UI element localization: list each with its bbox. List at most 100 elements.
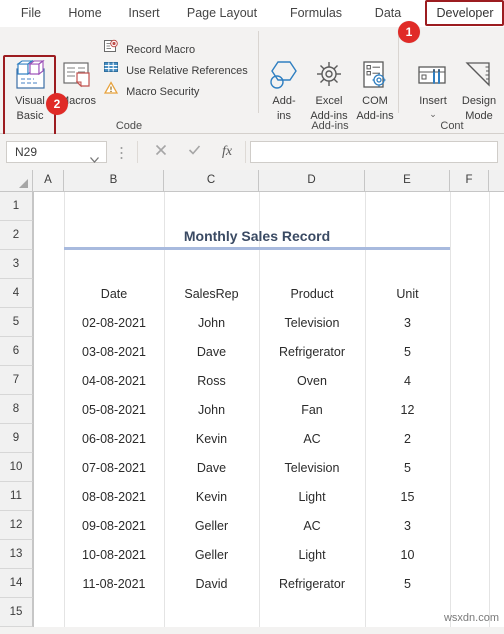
table-data-cell[interactable]: 03-08-2021 xyxy=(64,337,164,366)
insert-controls-label-line1: Insert xyxy=(419,95,447,107)
row-header-3[interactable]: 3 xyxy=(0,250,33,279)
table-data-cell[interactable]: Geller xyxy=(164,540,259,569)
table-data-cell[interactable]: 15 xyxy=(365,482,450,511)
row-header-1[interactable]: 1 xyxy=(0,192,33,221)
table-data-cell[interactable]: Geller xyxy=(164,511,259,540)
table-header-cell[interactable]: Product xyxy=(259,279,365,308)
row-header-5[interactable]: 5 xyxy=(0,308,33,337)
name-box-value: N29 xyxy=(15,145,38,159)
column-header-a[interactable]: A xyxy=(33,170,64,191)
row-header-10[interactable]: 10 xyxy=(0,453,33,482)
add-ins-button[interactable]: Add- ins xyxy=(262,59,306,122)
row-header-2[interactable]: 2 xyxy=(0,221,33,250)
row-header-15[interactable]: 15 xyxy=(0,598,33,627)
sheet-title-cell[interactable]: Monthly Sales Record xyxy=(64,221,450,250)
table-data-cell[interactable]: Television xyxy=(259,308,365,337)
record-macro-button[interactable]: Record Macro xyxy=(104,39,195,59)
column-header-b-label: B xyxy=(109,174,118,186)
tab-file[interactable]: File xyxy=(10,0,52,26)
table-data-cell[interactable]: 5 xyxy=(365,453,450,482)
table-data-cell[interactable]: Ross xyxy=(164,366,259,395)
macro-security-button[interactable]: Macro Security xyxy=(103,81,199,101)
table-data-cell[interactable]: 10-08-2021 xyxy=(64,540,164,569)
table-data-cell[interactable]: 04-08-2021 xyxy=(64,366,164,395)
table-data-cell[interactable]: 3 xyxy=(365,308,450,337)
column-header-c[interactable]: C xyxy=(164,170,259,191)
table-data-cell[interactable]: 10 xyxy=(365,540,450,569)
table-header-cell[interactable]: Date xyxy=(64,279,164,308)
table-data-cell[interactable]: Television xyxy=(259,453,365,482)
insert-controls-button[interactable]: Insert ⌄ xyxy=(410,59,456,119)
column-header-e-label: E xyxy=(403,174,411,186)
tab-formulas[interactable]: Formulas xyxy=(282,0,350,26)
table-data-cell[interactable]: David xyxy=(164,569,259,598)
table-data-cell[interactable]: 2 xyxy=(365,424,450,453)
com-add-ins-icon xyxy=(352,59,398,93)
table-data-cell[interactable]: Dave xyxy=(164,337,259,366)
table-data-cell[interactable]: 06-08-2021 xyxy=(64,424,164,453)
table-data-cell[interactable]: Fan xyxy=(259,395,365,424)
visual-basic-button[interactable]: Visual Basic xyxy=(8,59,52,122)
table-data-cell[interactable]: 07-08-2021 xyxy=(64,453,164,482)
table-data-cell[interactable]: AC xyxy=(259,511,365,540)
column-header-f[interactable]: F xyxy=(450,170,489,191)
tab-developer[interactable]: Developer xyxy=(428,0,502,26)
table-data-cell[interactable]: John xyxy=(164,395,259,424)
tab-page-layout[interactable]: Page Layout xyxy=(178,0,266,26)
ribbon-body: Visual Basic Macros Record Macro Use Rel… xyxy=(0,21,504,142)
table-data-cell[interactable]: 05-08-2021 xyxy=(64,395,164,424)
row-header-4[interactable]: 4 xyxy=(0,279,33,308)
tab-home[interactable]: Home xyxy=(60,0,110,26)
grid-column-line xyxy=(489,192,490,627)
com-add-ins-button[interactable]: COM Add-ins xyxy=(352,59,398,122)
chevron-down-icon[interactable]: ⌄ xyxy=(410,109,456,119)
row-header-12[interactable]: 12 xyxy=(0,511,33,540)
column-header-b[interactable]: B xyxy=(64,170,164,191)
table-data-cell[interactable]: Refrigerator xyxy=(259,337,365,366)
table-data-cell[interactable]: AC xyxy=(259,424,365,453)
table-data-cell[interactable]: 11-08-2021 xyxy=(64,569,164,598)
formula-bar-handle[interactable] xyxy=(120,146,123,159)
row-header-14[interactable]: 14 xyxy=(0,569,33,598)
table-data-cell[interactable]: Kevin xyxy=(164,482,259,511)
row-header-8[interactable]: 8 xyxy=(0,395,33,424)
select-all-corner[interactable] xyxy=(0,170,33,191)
row-header-7[interactable]: 7 xyxy=(0,366,33,395)
table-data-cell[interactable]: Kevin xyxy=(164,424,259,453)
fx-icon[interactable]: fx xyxy=(214,141,240,163)
worksheet-rows: 1 2 3 4 5 6 7 8 9 10 11 12 13 14 15 Monthly Sales Recor… xyxy=(0,192,504,627)
table-data-cell[interactable]: John xyxy=(164,308,259,337)
name-box[interactable]: N29 xyxy=(6,141,107,163)
chevron-down-icon[interactable] xyxy=(90,150,99,168)
table-data-cell[interactable]: Refrigerator xyxy=(259,569,365,598)
formula-input[interactable] xyxy=(250,141,498,163)
row-header-11[interactable]: 11 xyxy=(0,482,33,511)
table-data-cell[interactable]: 3 xyxy=(365,511,450,540)
table-data-cell[interactable]: 4 xyxy=(365,366,450,395)
table-data-cell[interactable]: Dave xyxy=(164,453,259,482)
tab-home-label: Home xyxy=(68,6,102,20)
table-data-cell[interactable]: Light xyxy=(259,540,365,569)
design-mode-button[interactable]: Design Mode xyxy=(456,59,502,122)
table-data-cell[interactable]: 5 xyxy=(365,569,450,598)
column-header-d[interactable]: D xyxy=(259,170,365,191)
column-header-e[interactable]: E xyxy=(365,170,450,191)
table-header-cell[interactable]: Unit xyxy=(365,279,450,308)
row-header-6[interactable]: 6 xyxy=(0,337,33,366)
group-label-controls: Cont xyxy=(440,120,464,132)
row-header-9[interactable]: 9 xyxy=(0,424,33,453)
table-data-cell[interactable]: 5 xyxy=(365,337,450,366)
confirm-check-icon[interactable] xyxy=(181,141,207,163)
table-data-cell[interactable]: Light xyxy=(259,482,365,511)
excel-add-ins-button[interactable]: Excel Add-ins xyxy=(306,59,352,122)
table-data-cell[interactable]: 08-08-2021 xyxy=(64,482,164,511)
tab-insert[interactable]: Insert xyxy=(120,0,168,26)
cancel-x-icon[interactable] xyxy=(148,141,174,163)
table-data-cell[interactable]: Oven xyxy=(259,366,365,395)
use-relative-references-button[interactable]: Use Relative References xyxy=(104,60,248,80)
row-header-13[interactable]: 13 xyxy=(0,540,33,569)
table-header-cell[interactable]: SalesRep xyxy=(164,279,259,308)
table-data-cell[interactable]: 02-08-2021 xyxy=(64,308,164,337)
table-data-cell[interactable]: 09-08-2021 xyxy=(64,511,164,540)
table-data-cell[interactable]: 12 xyxy=(365,395,450,424)
